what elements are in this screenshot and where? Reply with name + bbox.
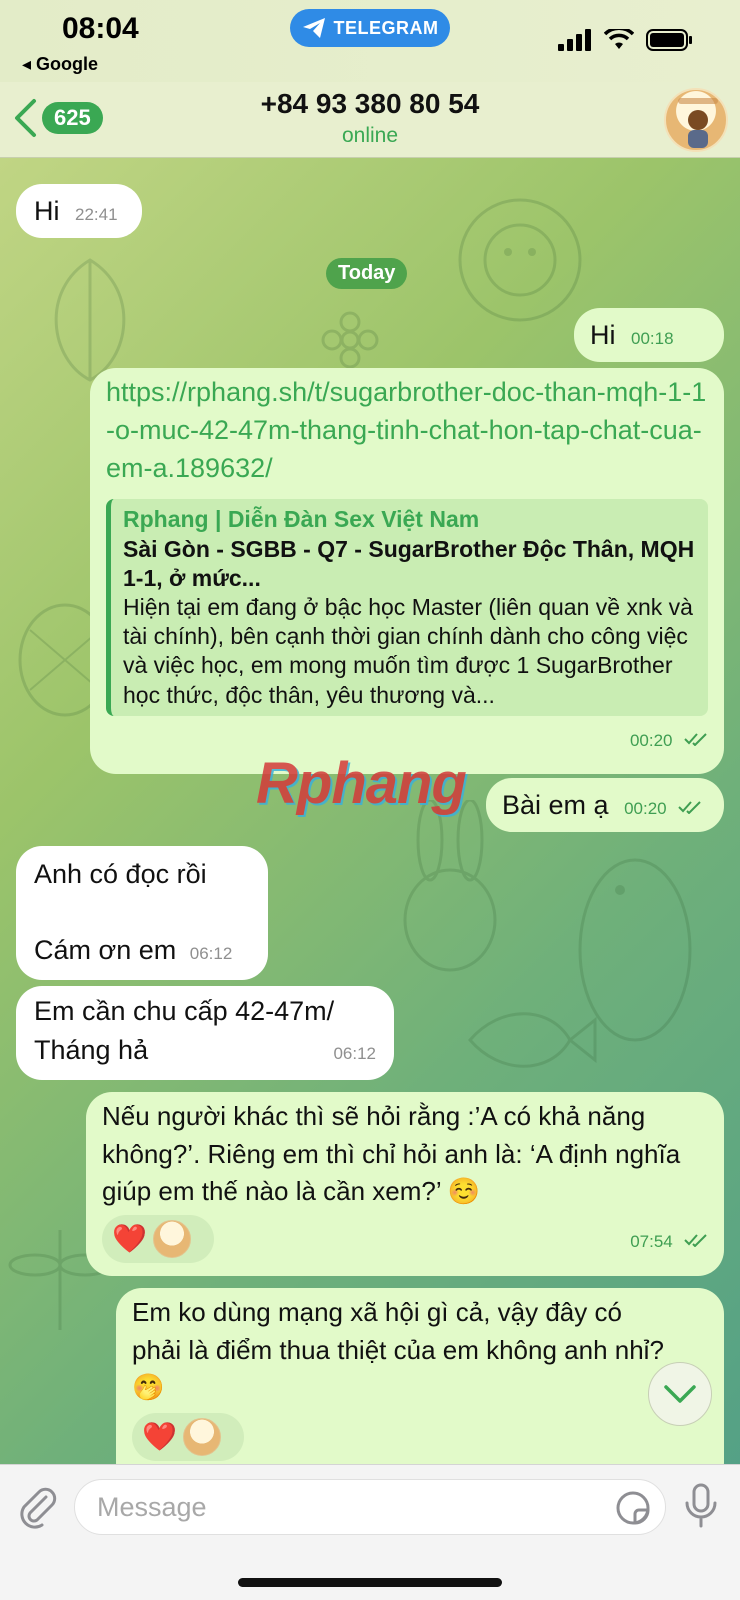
incoming-message[interactable]: Hi 22:41 [16, 184, 142, 238]
home-indicator[interactable] [238, 1578, 502, 1587]
outgoing-link-message[interactable]: https://rphang.sh/t/sugarbrother-doc-tha… [90, 368, 724, 774]
back-to-app-link[interactable]: ◂ Google [22, 54, 98, 75]
message-line: Cám ơn em [34, 934, 177, 965]
message-time: 06:12 [333, 1044, 376, 1064]
message-text: Hi [34, 196, 60, 226]
reactor-avatar [182, 1418, 221, 1457]
watermark-logo: Rphang [256, 751, 467, 816]
battery-icon [646, 29, 692, 51]
message-line: Tháng hả [34, 1035, 149, 1066]
message-time: 22:41 [75, 205, 118, 224]
message-time: 00:18 [631, 329, 674, 348]
signal-icon [558, 29, 591, 51]
preview-site-name: Rphang | Diễn Đàn Sex Việt Nam [123, 506, 480, 533]
telegram-pill-label: TELEGRAM [333, 17, 439, 38]
paperclip-icon [20, 1487, 57, 1529]
date-separator: Today [326, 258, 408, 289]
outgoing-message[interactable]: Bài em ạ 00:20 [486, 778, 724, 832]
message-time: 00:20 [629, 730, 673, 750]
outgoing-message[interactable]: Nếu người khác thì sẽ hỏi rằng :’A có kh… [86, 1092, 724, 1276]
status-bar: 08:04 ◂ Google TELEGRAM [0, 0, 740, 82]
clock: 08:04 [62, 12, 139, 45]
message-text: Hi [590, 320, 616, 350]
message-text: Nếu người khác thì sẽ hỏi rằng :’A có kh… [102, 1101, 681, 1207]
contact-name[interactable]: +84 93 380 80 54 [0, 88, 740, 120]
microphone-icon [685, 1483, 717, 1528]
message-line: Em cần chu cấp 42-47m/ [34, 996, 335, 1026]
read-check-icon [684, 1234, 707, 1248]
system-icons [558, 28, 694, 52]
telegram-pill[interactable]: TELEGRAM [290, 9, 450, 47]
preview-description: Hiện tại em đang ở bậc học Master (liên … [123, 594, 693, 708]
paper-plane-icon [302, 18, 325, 38]
message-link[interactable]: https://rphang.sh/t/sugarbrother-doc-tha… [106, 374, 708, 487]
contact-status: online [341, 124, 399, 147]
message-input[interactable] [97, 1480, 597, 1534]
scroll-to-bottom-button[interactable] [648, 1362, 712, 1426]
voice-record-button[interactable] [684, 1483, 718, 1534]
sticker-icon [616, 1491, 650, 1525]
heart-reaction-icon: ❤️ [112, 1222, 147, 1254]
message-text: Bài em ạ [502, 790, 609, 820]
heart-reaction-icon: ❤️ [142, 1420, 177, 1452]
incoming-message[interactable]: Anh có đọc rồi Cám ơn em 06:12 [16, 846, 268, 980]
reactor-avatar [152, 1220, 191, 1259]
message-time: 06:12 [189, 943, 233, 963]
incoming-message[interactable]: Em cần chu cấp 42-47m/ Tháng hả 06:12 [16, 986, 394, 1080]
message-list[interactable]: Hi 22:41 Today Hi 00:18 https://rphang.s… [0, 158, 740, 1464]
attach-button[interactable] [16, 1485, 60, 1534]
contact-avatar[interactable] [664, 88, 728, 152]
wifi-icon [604, 29, 634, 49]
sticker-button[interactable] [615, 1490, 651, 1531]
preview-title: Sài Gòn - SGBB - Q7 - SugarBrother Độc T… [123, 535, 695, 591]
message-line: Anh có đọc rồi [34, 859, 207, 889]
message-time: 07:54 [630, 1232, 673, 1252]
message-field[interactable] [74, 1479, 666, 1535]
message-reactions[interactable]: ❤️ [102, 1215, 214, 1264]
message-text: Em ko dùng mạng xã hội gì cả, vậy đây có… [132, 1297, 664, 1403]
chevron-down-icon [664, 1385, 696, 1403]
outgoing-message[interactable]: Hi 00:18 [574, 308, 724, 384]
message-reactions[interactable]: ❤️ [132, 1413, 244, 1462]
link-preview[interactable]: Rphang | Diễn Đàn Sex Việt Nam Sài Gòn -… [106, 499, 708, 716]
message-time: 00:20 [624, 799, 667, 818]
outgoing-message[interactable]: Em ko dùng mạng xã hội gì cả, vậy đây có… [116, 1288, 724, 1464]
chat-header: 625 +84 93 380 80 54 online [0, 82, 740, 158]
read-check-icon [678, 801, 701, 814]
read-check-icon [684, 733, 707, 746]
